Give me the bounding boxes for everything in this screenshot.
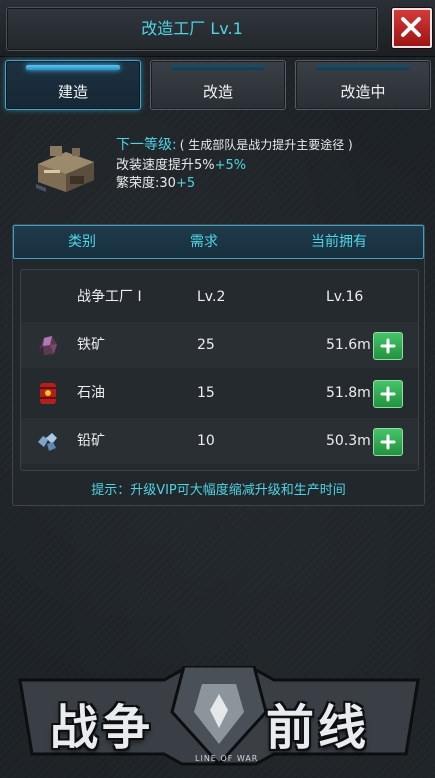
lead-ore-icon	[38, 433, 57, 451]
logo-text-left: 战争	[50, 700, 155, 756]
requirements-list: 战争工厂 I Lv.2 Lv.16 铁矿 25 51.6m 石油 15 51.8…	[20, 269, 419, 471]
add-lead-button[interactable]	[373, 428, 403, 456]
page-title: 改造工厂 Lv.1	[141, 19, 243, 38]
row-owned: 50.3m	[326, 433, 371, 449]
col-header-category: 类别	[68, 234, 96, 250]
row-required: 25	[197, 337, 215, 353]
tab-modifying[interactable]: 改造中	[295, 60, 431, 110]
plus-icon	[380, 386, 396, 402]
prosperity-stat-bonus: +5	[175, 176, 196, 191]
row-name: 铁矿	[77, 337, 105, 353]
next-level-label: 下一等级:	[116, 137, 177, 153]
logo-subtitle: LINE OF WAR	[195, 754, 259, 763]
speed-stat-label: 改装速度提升5%	[116, 158, 215, 173]
add-iron-button[interactable]	[373, 332, 403, 360]
tab-modify[interactable]: 改造	[150, 60, 286, 110]
upgrade-panel: 下一等级:( 生成部队是战力提升主要途径 ) 改装速度提升5%+5% 繁荣度:3…	[0, 118, 435, 518]
close-button[interactable]	[392, 8, 432, 48]
prosperity-stat-label: 繁荣度:30	[116, 176, 176, 191]
next-level-note: ( 生成部队是战力提升主要途径 )	[179, 138, 353, 152]
row-name: 石油	[77, 385, 105, 401]
tab-modifying-label: 改造中	[340, 83, 386, 101]
plus-icon	[380, 434, 396, 450]
iron-ore-icon	[39, 336, 57, 355]
game-logo: 战争 前线 LINE OF WAR	[14, 646, 424, 776]
row-required: 15	[197, 385, 215, 401]
factory-building-icon	[36, 146, 94, 192]
tab-build[interactable]: 建造	[5, 60, 141, 110]
next-level-line: 下一等级:( 生成部队是战力提升主要途径 )	[116, 134, 353, 154]
row-name: 铅矿	[77, 433, 105, 449]
table-row: 铁矿 25 51.6m	[21, 322, 418, 368]
tab-modify-label: 改造	[202, 83, 233, 101]
oil-barrel-icon	[40, 383, 56, 404]
row-owned: 51.6m	[326, 337, 371, 353]
logo-text-right: 前线	[266, 700, 371, 756]
table-row: 石油 15 51.8m	[21, 370, 418, 416]
close-icon	[401, 17, 421, 37]
title-bar: 改造工厂 Lv.1	[6, 7, 378, 51]
tab-build-label: 建造	[57, 83, 88, 101]
plus-icon	[380, 338, 396, 354]
requirements-table: 类别 需求 当前拥有 战争工厂 I Lv.2 Lv.16 铁矿 25 51.6m…	[12, 224, 425, 506]
speed-stat-bonus: +5%	[214, 158, 247, 173]
row-required: 10	[197, 433, 215, 449]
header-bar: 改造工厂 Lv.1	[0, 0, 435, 57]
vip-tip: 提示：升级VIP可大幅度缩减升级和生产时间	[91, 483, 346, 498]
prosperity-stat: 繁荣度:30+5	[116, 172, 195, 191]
col-header-required: 需求	[190, 234, 218, 250]
table-row: 铅矿 10 50.3m	[21, 418, 418, 464]
row-required: Lv.2	[197, 289, 226, 305]
row-owned: 51.8m	[326, 385, 371, 401]
table-row: 战争工厂 I Lv.2 Lv.16	[21, 274, 418, 320]
speed-stat: 改装速度提升5%+5%	[116, 154, 246, 173]
add-oil-button[interactable]	[373, 380, 403, 408]
col-header-owned: 当前拥有	[311, 234, 367, 250]
row-owned: Lv.16	[326, 289, 364, 305]
table-header: 类别 需求 当前拥有	[13, 225, 424, 259]
row-name: 战争工厂 I	[77, 289, 142, 305]
